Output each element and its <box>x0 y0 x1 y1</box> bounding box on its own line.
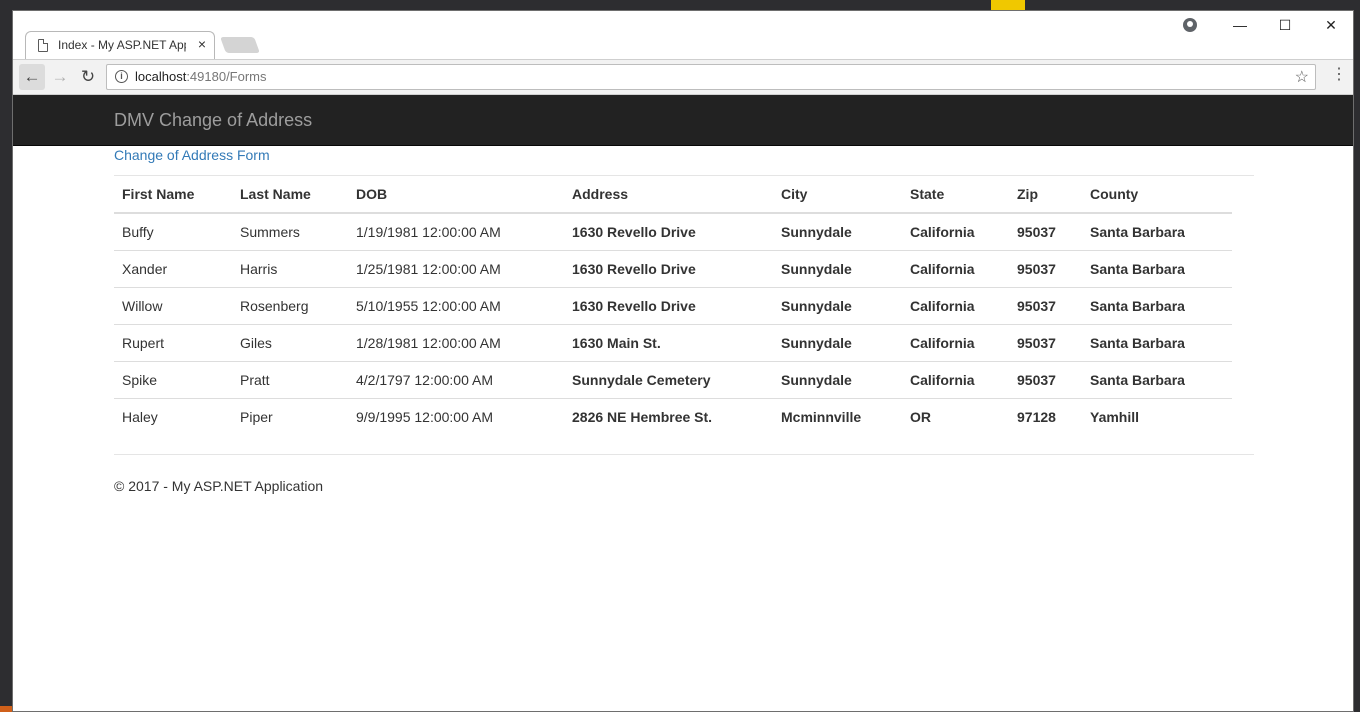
column-header-address: Address <box>564 176 773 214</box>
cell-state: California <box>902 361 1009 399</box>
cell-last-name: Pratt <box>232 361 348 399</box>
browser-tab[interactable]: Index - My ASP.NET Application × <box>25 31 215 59</box>
table-header-row: First Name Last Name DOB Address City St… <box>114 176 1232 214</box>
table-row: Willow Rosenberg 5/10/1955 12:00:00 AM 1… <box>114 287 1232 325</box>
info-icon[interactable]: i <box>115 70 128 83</box>
column-header-zip: Zip <box>1009 176 1082 214</box>
cell-address: 1630 Revello Drive <box>564 250 773 288</box>
cell-address: 1630 Revello Drive <box>564 287 773 325</box>
table-row: Buffy Summers 1/19/1981 12:00:00 AM 1630… <box>114 212 1232 251</box>
back-arrow-icon[interactable]: ← <box>19 64 45 90</box>
column-header-dob: DOB <box>348 176 564 214</box>
cell-zip: 97128 <box>1009 398 1082 435</box>
tab-close-icon[interactable]: × <box>198 36 206 52</box>
cell-zip: 95037 <box>1009 361 1082 399</box>
cell-last-name: Piper <box>232 398 348 435</box>
cell-address: 2826 NE Hembree St. <box>564 398 773 435</box>
cell-address: 1630 Main St. <box>564 324 773 362</box>
reload-icon[interactable]: ↻ <box>75 64 101 90</box>
table-row: Rupert Giles 1/28/1981 12:00:00 AM 1630 … <box>114 324 1232 362</box>
new-tab-button[interactable] <box>220 37 260 53</box>
forward-arrow-icon[interactable]: → <box>47 64 73 90</box>
tab-strip: Index - My ASP.NET Application × — ☐ ✕ <box>13 11 1353 59</box>
column-header-last-name: Last Name <box>232 176 348 214</box>
cell-county: Santa Barbara <box>1082 324 1232 362</box>
cell-zip: 95037 <box>1009 324 1082 362</box>
address-bar[interactable]: i localhost:49180/Forms ☆ <box>106 64 1316 90</box>
cell-city: Sunnydale <box>773 324 902 362</box>
ide-accent-bar <box>991 0 1025 10</box>
table-row: Haley Piper 9/9/1995 12:00:00 AM 2826 NE… <box>114 398 1232 435</box>
cell-dob: 1/25/1981 12:00:00 AM <box>348 250 564 288</box>
browser-window: Index - My ASP.NET Application × — ☐ ✕ ←… <box>12 10 1354 712</box>
column-header-state: State <box>902 176 1009 214</box>
cell-county: Santa Barbara <box>1082 287 1232 325</box>
url-host: localhost <box>135 69 187 84</box>
cell-county: Santa Barbara <box>1082 212 1232 251</box>
cell-first-name: Haley <box>114 398 232 435</box>
cell-city: Sunnydale <box>773 287 902 325</box>
cell-dob: 1/19/1981 12:00:00 AM <box>348 212 564 251</box>
cell-zip: 95037 <box>1009 287 1082 325</box>
cell-dob: 4/2/1797 12:00:00 AM <box>348 361 564 399</box>
cell-address: Sunnydale Cemetery <box>564 361 773 399</box>
table-row: Spike Pratt 4/2/1797 12:00:00 AM Sunnyda… <box>114 361 1232 399</box>
cell-state: California <box>902 287 1009 325</box>
cell-state: California <box>902 212 1009 251</box>
cell-address: 1630 Revello Drive <box>564 212 773 251</box>
page-footer: © 2017 - My ASP.NET Application <box>114 478 324 494</box>
cell-first-name: Rupert <box>114 324 232 362</box>
cell-county: Santa Barbara <box>1082 250 1232 288</box>
cell-zip: 95037 <box>1009 212 1082 251</box>
cell-first-name: Spike <box>114 361 232 399</box>
cell-city: Mcminnville <box>773 398 902 435</box>
kebab-menu-icon[interactable]: ⋮ <box>1331 64 1347 84</box>
site-navbar: DMV Change of Address <box>13 95 1353 146</box>
profile-icon[interactable] <box>1183 18 1197 32</box>
divider <box>114 454 1254 455</box>
column-header-city: City <box>773 176 902 214</box>
cell-city: Sunnydale <box>773 361 902 399</box>
cell-state: California <box>902 250 1009 288</box>
cell-city: Sunnydale <box>773 212 902 251</box>
cell-last-name: Rosenberg <box>232 287 348 325</box>
cell-dob: 1/28/1981 12:00:00 AM <box>348 324 564 362</box>
minimize-button[interactable]: — <box>1225 17 1255 33</box>
close-window-button[interactable]: ✕ <box>1316 17 1346 34</box>
star-icon[interactable]: ☆ <box>1295 67 1309 87</box>
cell-last-name: Giles <box>232 324 348 362</box>
cell-city: Sunnydale <box>773 250 902 288</box>
navbar-brand[interactable]: DMV Change of Address <box>114 110 312 131</box>
cell-last-name: Harris <box>232 250 348 288</box>
cell-dob: 5/10/1955 12:00:00 AM <box>348 287 564 325</box>
url-text[interactable]: localhost:49180/Forms <box>135 69 267 84</box>
cell-county: Santa Barbara <box>1082 361 1232 399</box>
maximize-button[interactable]: ☐ <box>1270 17 1300 34</box>
ide-status-accent <box>0 706 12 712</box>
tab-title: Index - My ASP.NET Application <box>58 38 186 52</box>
column-header-first-name: First Name <box>114 176 232 214</box>
cell-first-name: Willow <box>114 287 232 325</box>
column-header-county: County <box>1082 176 1232 214</box>
browser-toolbar: ← → ↻ i localhost:49180/Forms ☆ ⋮ <box>13 59 1353 95</box>
url-path: :49180/Forms <box>186 69 267 84</box>
cell-first-name: Xander <box>114 250 232 288</box>
cell-dob: 9/9/1995 12:00:00 AM <box>348 398 564 435</box>
cell-last-name: Summers <box>232 212 348 251</box>
cell-zip: 95037 <box>1009 250 1082 288</box>
change-of-address-form-link[interactable]: Change of Address Form <box>114 147 270 163</box>
cell-state: California <box>902 324 1009 362</box>
table-row: Xander Harris 1/25/1981 12:00:00 AM 1630… <box>114 250 1232 288</box>
cell-county: Yamhill <box>1082 398 1232 435</box>
page-icon <box>38 39 48 52</box>
records-table: First Name Last Name DOB Address City St… <box>114 176 1232 435</box>
cell-first-name: Buffy <box>114 212 232 251</box>
cell-state: OR <box>902 398 1009 435</box>
